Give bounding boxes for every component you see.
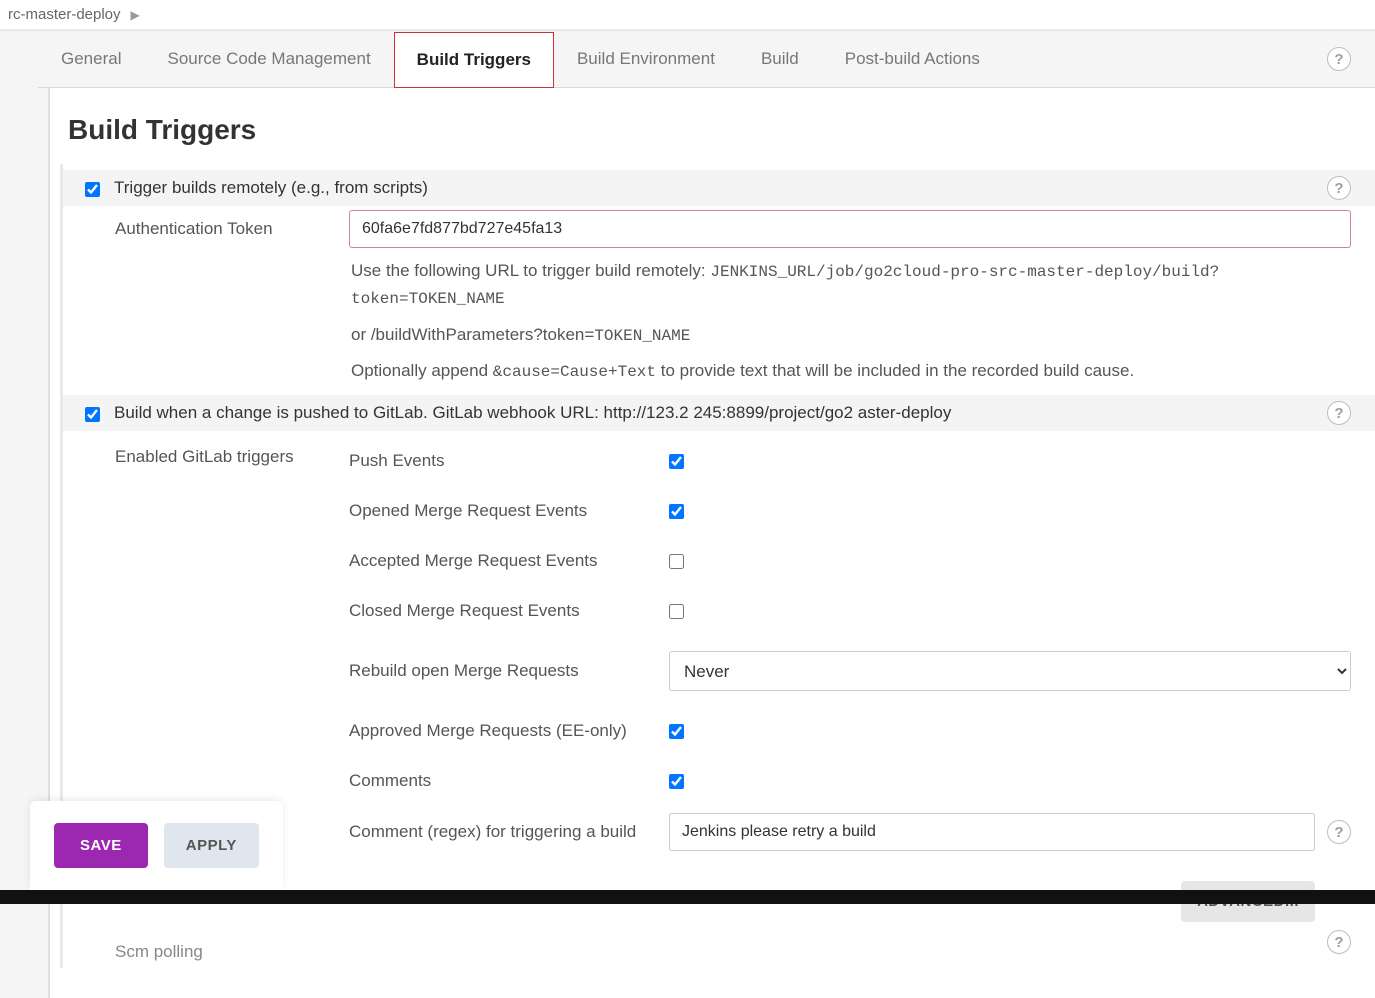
config-tabs: General Source Code Management Build Tri… bbox=[38, 31, 1375, 88]
tab-general[interactable]: General bbox=[38, 31, 144, 87]
auth-token-row: Authentication Token bbox=[63, 206, 1375, 252]
auth-token-label: Authentication Token bbox=[115, 219, 349, 239]
tab-build-triggers[interactable]: Build Triggers bbox=[394, 32, 554, 88]
save-button[interactable]: SAVE bbox=[54, 823, 148, 868]
help-icon[interactable]: ? bbox=[1327, 176, 1351, 200]
comments-label: Comments bbox=[349, 771, 669, 791]
opened-mr-label: Opened Merge Request Events bbox=[349, 501, 669, 521]
bottom-bar bbox=[0, 890, 1375, 904]
rebuild-mr-label: Rebuild open Merge Requests bbox=[349, 661, 669, 681]
section-title: Build Triggers bbox=[50, 88, 1375, 164]
scm-polling-row: Scm polling ? bbox=[63, 922, 1375, 962]
gitlab-trigger-row: Build when a change is pushed to GitLab.… bbox=[63, 395, 1375, 431]
opened-mr-checkbox[interactable] bbox=[669, 504, 684, 519]
push-events-label: Push Events bbox=[349, 451, 669, 471]
approved-mr-row: Approved Merge Requests (EE-only) bbox=[349, 713, 1351, 763]
scm-polling-label: Scm polling bbox=[115, 942, 203, 961]
floating-actions: SAVE APPLY bbox=[30, 801, 283, 890]
approved-mr-label: Approved Merge Requests (EE-only) bbox=[349, 721, 669, 741]
rebuild-mr-select[interactable]: Never bbox=[669, 651, 1351, 691]
accepted-mr-label: Accepted Merge Request Events bbox=[349, 551, 669, 571]
remote-hint-2: or /buildWithParameters?token=TOKEN_NAME bbox=[63, 316, 1375, 353]
help-icon[interactable]: ? bbox=[1327, 47, 1351, 71]
comment-regex-input[interactable] bbox=[669, 813, 1315, 851]
trigger-remote-label: Trigger builds remotely (e.g., from scri… bbox=[114, 178, 428, 198]
tab-build[interactable]: Build bbox=[738, 31, 822, 87]
remote-hint-1: Use the following URL to trigger build r… bbox=[63, 252, 1375, 316]
closed-mr-label: Closed Merge Request Events bbox=[349, 601, 669, 621]
trigger-remote-row: Trigger builds remotely (e.g., from scri… bbox=[63, 170, 1375, 206]
comment-regex-row: Comment (regex) for triggering a build ? bbox=[349, 805, 1351, 859]
help-icon[interactable]: ? bbox=[1327, 401, 1351, 425]
push-events-checkbox[interactable] bbox=[669, 454, 684, 469]
accepted-mr-row: Accepted Merge Request Events bbox=[349, 543, 1351, 593]
tab-build-environment[interactable]: Build Environment bbox=[554, 31, 738, 87]
help-icon[interactable]: ? bbox=[1327, 820, 1351, 844]
tab-scm[interactable]: Source Code Management bbox=[144, 31, 393, 87]
gitlab-trigger-checkbox[interactable] bbox=[85, 407, 100, 422]
gitlab-triggers-label: Enabled GitLab triggers bbox=[115, 443, 349, 859]
closed-mr-row: Closed Merge Request Events bbox=[349, 593, 1351, 643]
comments-row: Comments bbox=[349, 763, 1351, 805]
breadcrumb: rc-master-deploy ▶ bbox=[0, 0, 1375, 30]
apply-button[interactable]: APPLY bbox=[164, 823, 259, 868]
help-icon[interactable]: ? bbox=[1327, 930, 1351, 954]
chevron-right-icon: ▶ bbox=[131, 8, 140, 22]
rebuild-mr-row: Rebuild open Merge Requests Never bbox=[349, 643, 1351, 713]
remote-hint-3: Optionally append &cause=Cause+Text to p… bbox=[63, 352, 1375, 389]
gitlab-trigger-label: Build when a change is pushed to GitLab.… bbox=[114, 403, 951, 423]
tab-post-build[interactable]: Post-build Actions bbox=[822, 31, 1003, 87]
gitlab-triggers-group: Enabled GitLab triggers Push Events Open… bbox=[63, 431, 1375, 863]
opened-mr-row: Opened Merge Request Events bbox=[349, 493, 1351, 543]
trigger-remote-checkbox[interactable] bbox=[85, 182, 100, 197]
accepted-mr-checkbox[interactable] bbox=[669, 554, 684, 569]
comments-checkbox[interactable] bbox=[669, 774, 684, 789]
push-events-row: Push Events bbox=[349, 443, 1351, 493]
breadcrumb-item[interactable]: rc-master-deploy bbox=[8, 6, 121, 23]
approved-mr-checkbox[interactable] bbox=[669, 724, 684, 739]
auth-token-input[interactable] bbox=[349, 210, 1351, 248]
closed-mr-checkbox[interactable] bbox=[669, 604, 684, 619]
comment-regex-label: Comment (regex) for triggering a build bbox=[349, 822, 669, 842]
